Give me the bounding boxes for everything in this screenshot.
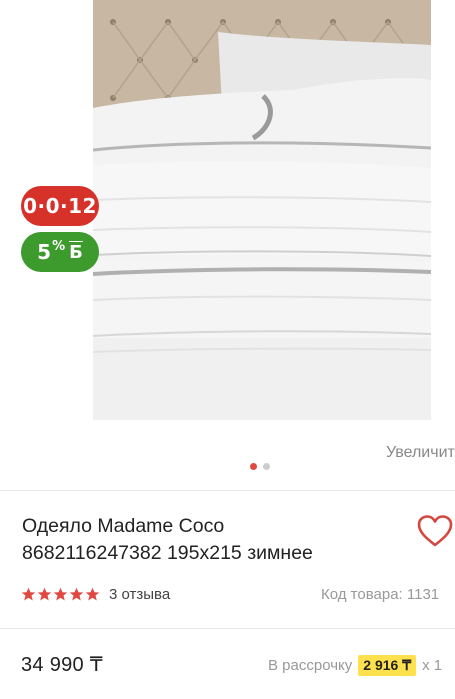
bonus-percent: % [52, 238, 66, 254]
product-photo[interactable] [93, 0, 431, 420]
star-icon [21, 587, 36, 601]
heart-icon[interactable] [416, 514, 454, 548]
gallery-dot[interactable] [263, 463, 270, 470]
reviews-link[interactable]: 3 отзыва [109, 586, 170, 603]
product-title-line-1: Одеяло Madame Coco [22, 515, 225, 537]
star-icon [37, 587, 52, 601]
rating-stars[interactable] [21, 587, 100, 602]
gallery-dot-active[interactable] [250, 463, 257, 470]
bonus-letter: Б [69, 241, 83, 263]
star-icon [69, 587, 84, 601]
product-price: 34 990 ₸ [21, 654, 103, 676]
product-title-line-2: 8682116247382 195х215 зимнее [22, 542, 313, 564]
installment-badge: 0·0·12 [21, 186, 99, 226]
installment-offer[interactable]: В рассрочку 2 916 ₸ x 1 [268, 655, 442, 676]
bonus-value: 5 [37, 240, 52, 264]
installment-multiplier: x 1 [422, 657, 443, 674]
star-icon [53, 587, 68, 601]
gallery-pagination [250, 463, 270, 470]
product-sku: Код товара: 1131 [321, 586, 440, 603]
product-gallery[interactable]: 0·0·12 5% Б Увеличит [0, 0, 455, 490]
installment-amount: 2 916 ₸ [358, 655, 417, 676]
divider [0, 490, 455, 491]
star-icon [85, 587, 100, 601]
zoom-link[interactable]: Увеличит [386, 444, 455, 462]
installment-badge-label: 0·0·12 [23, 194, 97, 218]
installment-label: В рассрочку [268, 657, 353, 674]
divider [0, 628, 455, 629]
bonus-badge: 5% Б [21, 232, 99, 272]
product-title: Одеяло Madame Coco 8682116247382 195х215… [22, 513, 402, 567]
